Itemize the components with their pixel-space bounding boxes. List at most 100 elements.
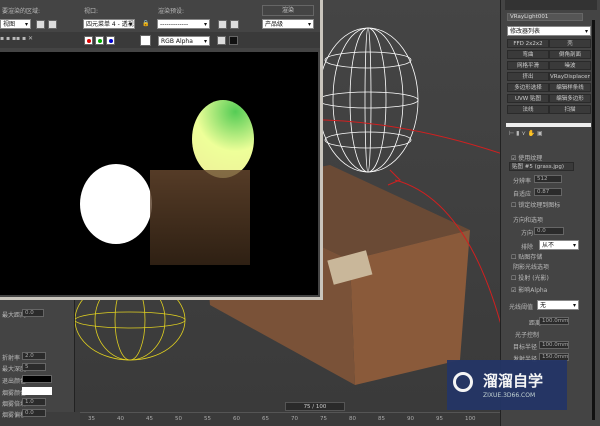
- fog-mult-field[interactable]: 1.0: [22, 398, 46, 406]
- edit-region-icon[interactable]: [36, 20, 45, 29]
- modifier-button[interactable]: VRayDisplacementMod: [549, 72, 591, 81]
- resolution-field[interactable]: 512: [534, 175, 562, 183]
- max-depth-field[interactable]: 5: [22, 363, 46, 371]
- modifier-button[interactable]: 挤出: [507, 72, 549, 81]
- green-channel-button[interactable]: [95, 36, 104, 45]
- timeline-tick: 75: [320, 416, 327, 422]
- color-swatch[interactable]: [140, 35, 151, 46]
- timeline-tick: 70: [291, 416, 298, 422]
- stack-tools-icons[interactable]: ⊢ ▮ ⋎ ✋ ▣: [509, 130, 543, 137]
- red-channel-button[interactable]: [84, 36, 93, 45]
- photon-group-label: 光子控制: [515, 332, 540, 339]
- preset-dropdown[interactable]: -------------: [157, 19, 210, 29]
- timeline-tick: 45: [146, 416, 153, 422]
- modifier-button[interactable]: 编辑多边形: [549, 94, 591, 103]
- modifier-button[interactable]: 扫描: [549, 105, 591, 114]
- options-group-label: 方向和选项: [513, 217, 544, 224]
- modifier-button[interactable]: 法线: [507, 105, 549, 114]
- area-dropdown[interactable]: 视图: [0, 19, 31, 29]
- adaptive-label: 自适应: [513, 191, 532, 198]
- watermark: 溜溜自学 ZIXUE.3D66.COM: [447, 360, 567, 410]
- timeline-tick: 55: [204, 416, 211, 422]
- area-label: 要渲染的区域:: [2, 8, 41, 15]
- toggle-ui-icon[interactable]: [217, 36, 226, 45]
- timeline-tick: 50: [175, 416, 182, 422]
- adaptive-field[interactable]: 0.87: [534, 188, 562, 196]
- lock-icon[interactable]: 🔒: [142, 20, 149, 27]
- material-params-panel: 最大距离 0.0 折射率 2.0 最大深度 5 退出颜色 烟雾颜色 烟雾倍增 1…: [0, 300, 75, 419]
- yellow-sphere-render: [192, 100, 254, 178]
- store-map-label: 贴图存储: [518, 254, 543, 261]
- timeline-tick: 80: [349, 416, 356, 422]
- panel-tabs[interactable]: [505, 0, 597, 10]
- fog-bias-field[interactable]: 0.0: [22, 409, 46, 417]
- modifier-button[interactable]: 倒角剖面: [549, 50, 591, 59]
- viewport-dropdown[interactable]: 四元菜单 4 - 透视: [83, 19, 135, 29]
- target-radius-field[interactable]: 100.0mm: [539, 341, 569, 349]
- ior-field[interactable]: 2.0: [22, 352, 46, 360]
- modifier-button[interactable]: 多边形选择: [507, 83, 549, 92]
- modifier-button[interactable]: 噪波: [549, 61, 591, 70]
- display-icon[interactable]: [229, 36, 238, 45]
- preset-label: 渲染预设:: [158, 8, 185, 15]
- direction-field[interactable]: 0.0: [534, 227, 564, 235]
- threshold-label: 光线阈值: [509, 304, 534, 311]
- modifier-stack-scroll[interactable]: [506, 123, 591, 127]
- rendered-frame-window[interactable]: 要渲染的区域: 视图 视口: 四元菜单 4 - 透视 🔒 渲染预设: -----…: [0, 0, 323, 300]
- toolbar-icons[interactable]: ▪ ▪ ▪▪ ▪ ✕: [0, 35, 33, 42]
- timeline-tick: 60: [233, 416, 240, 422]
- modifier-button[interactable]: 弯曲: [507, 50, 549, 59]
- modifier-button[interactable]: FFD 2x2x2: [507, 39, 549, 48]
- exclude-dropdown[interactable]: 从不: [539, 240, 579, 250]
- fog-color-swatch[interactable]: [22, 387, 52, 395]
- exclude-label: 排除: [521, 244, 534, 251]
- timeline-tick: 65: [262, 416, 269, 422]
- affect-alpha-checkbox[interactable]: ☑ 影响Alpha: [511, 285, 547, 294]
- white-sphere-render: [80, 164, 152, 244]
- modifier-button[interactable]: 壳: [549, 39, 591, 48]
- lock-texture-label: 锁定纹理到图标: [518, 202, 561, 209]
- timeline-tick: 85: [378, 416, 385, 422]
- distance-field[interactable]: 100.0mm: [539, 317, 569, 325]
- lock-texture-checkbox[interactable]: ☐ 锁定纹理到图标: [511, 200, 560, 209]
- affect-alpha-label: 影响Alpha: [518, 287, 548, 294]
- viewport-label: 视口:: [84, 8, 99, 15]
- modifier-button[interactable]: UVW 贴图: [507, 94, 549, 103]
- timeline-tick: 95: [436, 416, 443, 422]
- timeline-tick: 35: [88, 416, 95, 422]
- texture-map-button[interactable]: 贴图 #5 (grass.jpg): [509, 162, 574, 171]
- channel-dropdown[interactable]: RGB Alpha: [158, 36, 210, 46]
- modifier-list-dropdown[interactable]: 修改器列表: [507, 26, 591, 36]
- shadow-label: 投射 (光影): [518, 275, 549, 282]
- render-mode-dropdown[interactable]: 产品级: [262, 19, 314, 29]
- time-slider[interactable]: 75 / 100: [285, 402, 345, 411]
- exit-color-swatch[interactable]: [22, 375, 52, 383]
- render-button[interactable]: 渲染: [262, 5, 314, 16]
- timeline-tick: 100: [465, 416, 476, 422]
- object-name-field[interactable]: VRayLight001: [507, 13, 583, 21]
- watermark-url: ZIXUE.3D66.COM: [483, 392, 536, 399]
- max-dist-field[interactable]: 0.0: [22, 309, 44, 317]
- box-reflection: [150, 170, 250, 265]
- use-texture-label: 使用纹理: [518, 155, 543, 162]
- environment-icon[interactable]: [230, 20, 239, 29]
- target-radius-label: 目标半径: [513, 344, 538, 351]
- blue-channel-button[interactable]: [106, 36, 115, 45]
- threshold-dropdown[interactable]: 无: [537, 300, 579, 310]
- modifier-button[interactable]: 网格平滑: [507, 61, 549, 70]
- modifier-button[interactable]: 编辑样条线: [549, 83, 591, 92]
- resolution-label: 分辨率: [513, 178, 532, 185]
- use-texture-checkbox[interactable]: ☑ 使用纹理: [511, 153, 542, 162]
- direction-label: 方向: [521, 230, 534, 237]
- timeline[interactable]: 75 / 100 35 40 45 50 55 60 65 70 75 80 85 90 95 100: [80, 402, 500, 426]
- watermark-title: 溜溜自学: [483, 372, 544, 390]
- auto-region-icon[interactable]: [48, 20, 57, 29]
- store-map-checkbox[interactable]: ☐ 贴图存储: [511, 252, 542, 261]
- ior-label: 折射率: [2, 355, 21, 362]
- shadow-checkbox[interactable]: ☐ 投射 (光影): [511, 273, 549, 282]
- rendered-image: [0, 52, 318, 295]
- timeline-tick: 40: [117, 416, 124, 422]
- render-setup-icon[interactable]: [218, 20, 227, 29]
- render-toolbar: ▪ ▪ ▪▪ ▪ ✕ RGB Alpha: [0, 32, 320, 48]
- panel-scrollbar[interactable]: [592, 20, 595, 420]
